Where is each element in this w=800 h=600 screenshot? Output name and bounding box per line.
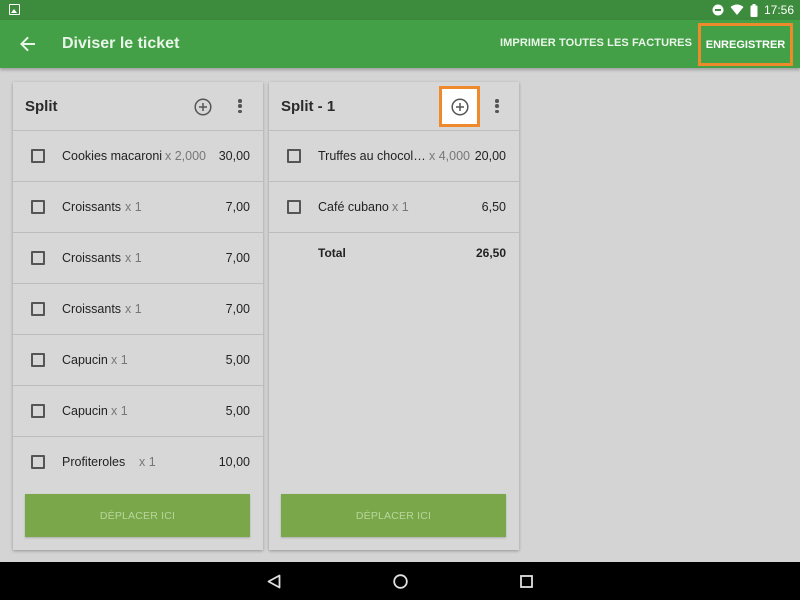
add-split-button[interactable] bbox=[439, 86, 480, 127]
item-price: 7,00 bbox=[225, 200, 250, 214]
split-1-panel-header: Split - 1 bbox=[269, 82, 519, 131]
more-vert-icon bbox=[495, 99, 499, 103]
list-item[interactable]: Café cubano x 1 6,50 bbox=[269, 182, 519, 233]
split-panel-header: Split bbox=[13, 82, 263, 131]
list-item[interactable]: Croissants x 1 7,00 bbox=[13, 182, 263, 233]
item-price: 30,00 bbox=[218, 149, 250, 163]
item-quantity: x 1 bbox=[392, 200, 409, 214]
item-price: 20,00 bbox=[474, 149, 506, 163]
item-price: 6,50 bbox=[481, 200, 506, 214]
item-checkbox[interactable] bbox=[31, 149, 45, 163]
list-item[interactable]: Capucin x 1 5,00 bbox=[13, 386, 263, 437]
list-item[interactable]: Croissants x 1 7,00 bbox=[13, 233, 263, 284]
item-price: 7,00 bbox=[225, 302, 250, 316]
status-icons: 17:56 bbox=[712, 2, 794, 18]
item-price: 10,00 bbox=[218, 455, 250, 469]
total-row: Total 26,50 bbox=[269, 233, 519, 273]
circle-home-icon bbox=[392, 573, 408, 589]
item-quantity: x 1 bbox=[139, 455, 156, 469]
split-1-panel-title: Split - 1 bbox=[281, 98, 336, 115]
nav-home-button[interactable] bbox=[390, 571, 410, 591]
list-item[interactable]: Truffes au chocol… x 4,000 20,00 bbox=[269, 131, 519, 182]
item-name: Croissants bbox=[62, 302, 122, 316]
add-circle-icon bbox=[450, 97, 469, 116]
save-button[interactable]: ENREGISTRER bbox=[698, 23, 793, 66]
list-item[interactable]: Profiteroles x 1 10,00 bbox=[13, 437, 263, 488]
nav-recents-button[interactable] bbox=[516, 571, 536, 591]
item-price: 5,00 bbox=[225, 404, 250, 418]
item-name: Truffes au chocol… bbox=[318, 149, 426, 163]
square-recents-icon bbox=[519, 574, 533, 588]
item-checkbox[interactable] bbox=[287, 149, 301, 163]
add-circle-icon bbox=[194, 98, 212, 116]
list-item[interactable]: Capucin x 1 5,00 bbox=[13, 335, 263, 386]
item-quantity: x 1 bbox=[111, 353, 128, 367]
move-here-button[interactable]: DÉPLACER ICI bbox=[281, 494, 506, 537]
triangle-back-icon bbox=[267, 574, 281, 588]
total-label: Total bbox=[318, 246, 346, 260]
navigation-bar bbox=[0, 562, 800, 600]
item-quantity: x 1 bbox=[125, 200, 142, 214]
item-quantity: x 4,000 bbox=[429, 149, 471, 163]
arrow-back-icon bbox=[20, 36, 35, 52]
wifi-icon bbox=[730, 4, 744, 15]
more-options-button[interactable] bbox=[235, 97, 245, 115]
list-item[interactable]: Cookies macaroni x 2,000 30,00 bbox=[13, 131, 263, 182]
item-checkbox[interactable] bbox=[31, 455, 45, 469]
item-checkbox[interactable] bbox=[31, 302, 45, 316]
split-1-panel: Split - 1 Truffes au chocol… x 4,000 20,… bbox=[269, 82, 519, 550]
item-quantity: x 1 bbox=[125, 302, 142, 316]
item-checkbox[interactable] bbox=[31, 200, 45, 214]
app-bar: Diviser le ticket IMPRIMER TOUTES LES FA… bbox=[0, 20, 800, 68]
item-checkbox[interactable] bbox=[31, 353, 45, 367]
clock: 17:56 bbox=[763, 3, 794, 17]
item-name: Café cubano bbox=[318, 200, 389, 214]
item-quantity: x 1 bbox=[125, 251, 142, 265]
back-button[interactable] bbox=[14, 32, 42, 56]
battery-icon bbox=[750, 3, 758, 17]
item-name: Croissants bbox=[62, 251, 122, 265]
list-item[interactable]: Croissants x 1 7,00 bbox=[13, 284, 263, 335]
more-options-button[interactable] bbox=[492, 97, 502, 115]
image-icon bbox=[9, 4, 20, 15]
total-value: 26,50 bbox=[475, 246, 506, 260]
item-quantity: x 2,000 bbox=[165, 149, 207, 163]
item-name: Capucin bbox=[62, 353, 108, 367]
item-name: Cookies macaroni bbox=[62, 149, 163, 163]
item-name: Capucin bbox=[62, 404, 108, 418]
split-panel-title: Split bbox=[25, 98, 58, 115]
add-split-button[interactable] bbox=[190, 94, 216, 120]
status-bar: 17:56 bbox=[0, 0, 800, 20]
item-price: 7,00 bbox=[225, 251, 250, 265]
more-vert-icon bbox=[238, 99, 242, 103]
page-title: Diviser le ticket bbox=[62, 35, 180, 52]
do-not-disturb-icon bbox=[712, 4, 724, 16]
item-name: Profiteroles bbox=[62, 455, 126, 469]
item-quantity: x 1 bbox=[111, 404, 128, 418]
item-name: Croissants bbox=[62, 200, 122, 214]
item-checkbox[interactable] bbox=[287, 200, 301, 214]
print-all-invoices-button[interactable]: IMPRIMER TOUTES LES FACTURES bbox=[500, 37, 692, 49]
split-panel: Split Cookies macaroni x 2,000 30,00 Cro… bbox=[13, 82, 263, 550]
item-checkbox[interactable] bbox=[31, 251, 45, 265]
move-here-button[interactable]: DÉPLACER ICI bbox=[25, 494, 250, 537]
item-checkbox[interactable] bbox=[31, 404, 45, 418]
item-price: 5,00 bbox=[225, 353, 250, 367]
nav-back-button[interactable] bbox=[264, 571, 284, 591]
